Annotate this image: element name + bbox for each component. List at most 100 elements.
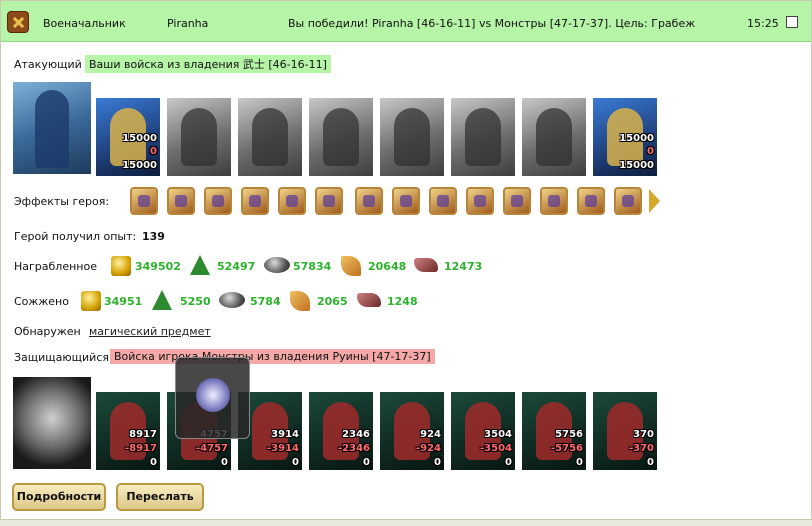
burned-crystal: 1248 [387,295,418,308]
sulfur-icon [341,256,361,276]
attacker-unit-gray-5[interactable] [451,98,515,176]
effect-dice-icon[interactable] [315,187,343,215]
unit-loss: -370 [628,443,654,454]
item-tooltip-popup [175,357,250,439]
gold-icon [111,256,131,276]
unit-loss: -2346 [338,443,370,454]
unit-loss: 0 [647,146,654,157]
defender-label: Защищающийся [14,351,109,364]
defender-unit-6[interactable]: 3504 -3504 0 [451,392,515,470]
effect-sword-icon[interactable] [167,187,195,215]
unit-loss: -5756 [551,443,583,454]
wood-icon [190,255,210,275]
attacker-hero-portrait[interactable] [13,82,91,174]
defender-unit-4[interactable]: 2346 -2346 0 [309,392,373,470]
unit-count: 5756 [555,429,583,440]
unit-remaining: 0 [221,457,228,468]
effect-shield-icon[interactable] [355,187,383,215]
defender-unit-8[interactable]: 370 -370 0 [593,392,657,470]
burned-gold: 34951 [104,295,143,308]
unit-loss: -8917 [125,443,157,454]
unit-count: 3504 [484,429,512,440]
effect-bow-icon[interactable] [204,187,232,215]
looted-gold: 349502 [135,260,181,273]
unit-remaining: 15000 [619,160,654,171]
attacker-unit-gray-3[interactable] [309,98,373,176]
effect-armor-icon[interactable] [503,187,531,215]
looted-sulfur: 20648 [368,260,407,273]
burned-wood: 5250 [180,295,211,308]
burned-label: Сожжено [14,295,69,308]
unit-remaining: 0 [576,457,583,468]
unit-remaining: 15000 [122,160,157,171]
burned-ore: 5784 [250,295,281,308]
attacker-unit-gray-1[interactable] [167,98,231,176]
unit-remaining: 0 [363,457,370,468]
found-item-link[interactable]: магический предмет [89,325,211,338]
attacker-unit-mage[interactable]: 15000 0 15000 [593,98,657,176]
sulfur-icon [290,291,310,311]
unit-remaining: 0 [292,457,299,468]
wood-icon [152,290,172,310]
effect-scroll-icon[interactable] [130,187,158,215]
effect-crystal-icon[interactable] [577,187,605,215]
battle-report-window: Военачальник Piranha Вы победили! Piranh… [0,0,812,520]
effect-dagger-icon[interactable] [614,187,642,215]
defender-unit-7[interactable]: 5756 -5756 0 [522,392,586,470]
burned-sulfur: 2065 [317,295,348,308]
defender-unit-5[interactable]: 924 -924 0 [380,392,444,470]
attacker-unit-gray-4[interactable] [380,98,444,176]
effects-label: Эффекты героя: [14,195,110,208]
defender-unit-1[interactable]: 8917 -8917 0 [96,392,160,470]
effect-net-icon[interactable] [466,187,494,215]
unit-remaining: 0 [150,457,157,468]
unit-remaining: 0 [505,457,512,468]
effect-book-icon[interactable] [429,187,457,215]
attacker-unit-gray-2[interactable] [238,98,302,176]
unit-loss: -4757 [196,443,228,454]
looted-label: Награбленное [14,260,97,273]
unit-count: 2346 [342,429,370,440]
unit-count: 15000 [122,133,157,144]
looted-crystal: 12473 [444,260,483,273]
gold-icon [81,291,101,311]
ore-icon [219,292,245,308]
unit-count: 3914 [271,429,299,440]
attacker-tag: Ваши войска из владения 武士 [46-16-11] [85,55,331,73]
page-title: Военачальник [43,17,126,30]
looted-ore: 57834 [293,260,332,273]
player-name: Piranha [167,17,209,30]
attacker-unit-knight[interactable]: 15000 0 15000 [96,98,160,176]
unit-remaining: 0 [647,457,654,468]
looted-wood: 52497 [217,260,256,273]
details-button[interactable]: Подробности [12,483,106,511]
defender-tag: Войска игрока Монстры из владения Руины … [110,349,435,364]
ore-icon [264,257,290,273]
experience-value: 139 [142,230,165,243]
forward-button[interactable]: Переслать [116,483,204,511]
effect-bones-icon[interactable] [540,187,568,215]
crystal-icon [414,258,438,272]
effects-next-arrow-icon[interactable] [649,189,660,213]
experience-label: Герой получил опыт: [14,230,137,243]
effect-chest-icon[interactable] [278,187,306,215]
unit-count: 924 [420,429,441,440]
header-bar: Военачальник Piranha Вы победили! Piranh… [1,1,811,42]
unit-count: 15000 [619,133,654,144]
attacker-unit-gray-6[interactable] [522,98,586,176]
defender-hero-portrait[interactable] [13,377,91,469]
unit-loss: -3914 [267,443,299,454]
attacker-label: Атакующий [14,58,82,71]
crossed-swords-icon [7,11,29,33]
unit-loss: -924 [415,443,441,454]
close-checkbox[interactable] [786,16,798,28]
effect-hand-icon[interactable] [241,187,269,215]
battle-result: Вы победили! Piranha [46-16-11] vs Монст… [288,17,696,30]
unit-remaining: 0 [434,457,441,468]
unit-loss: -3504 [480,443,512,454]
unit-count: 8917 [129,429,157,440]
crystal-icon [357,293,381,307]
battle-time: 15:25 [747,17,779,30]
effect-fist-icon[interactable] [392,187,420,215]
unit-count: 370 [633,429,654,440]
